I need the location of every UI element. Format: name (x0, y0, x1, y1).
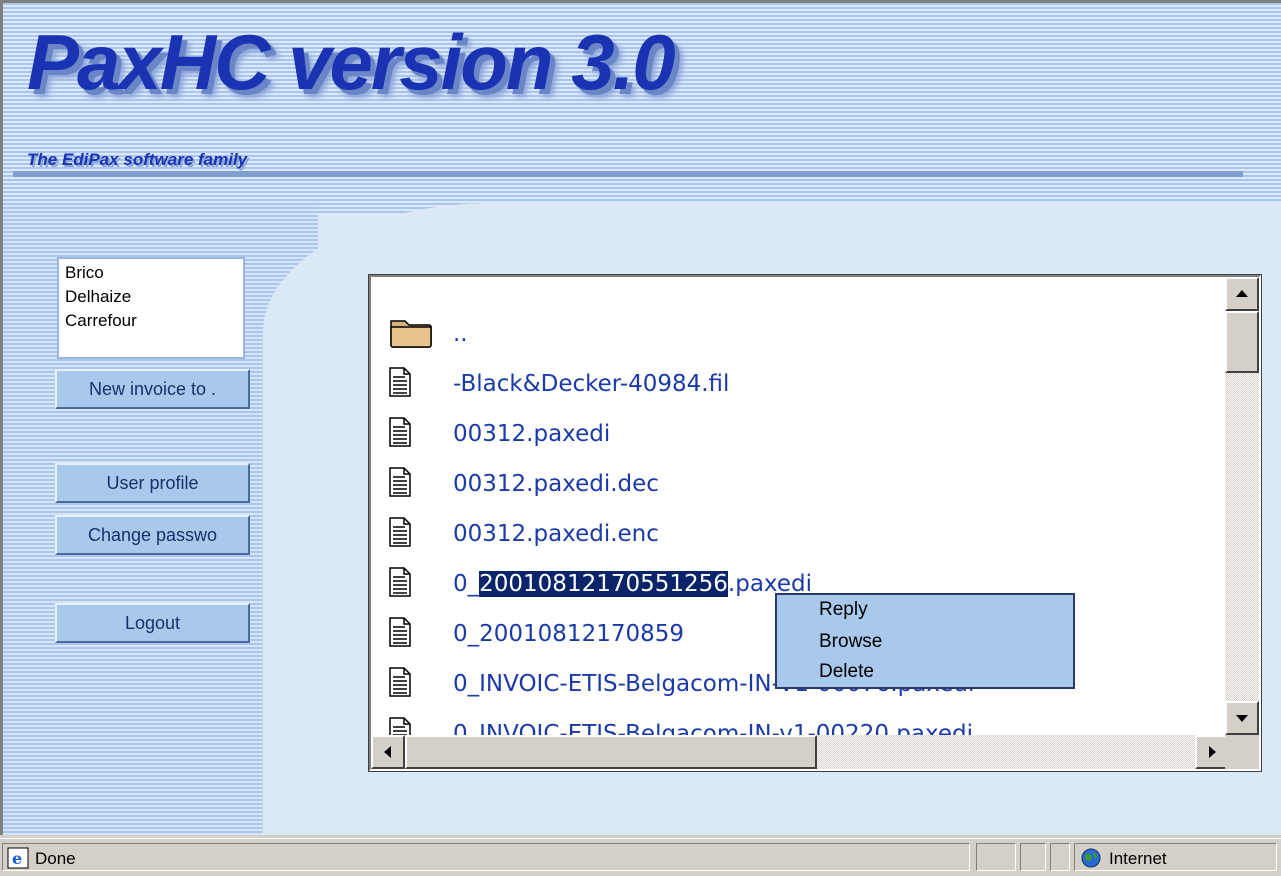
file-name-prefix: 0_ (453, 571, 480, 597)
logout-button[interactable]: Logout (55, 603, 250, 643)
file-icon (389, 567, 411, 597)
vertical-scroll-thumb[interactable] (1225, 311, 1259, 373)
change-password-button[interactable]: Change passwo (55, 515, 250, 555)
globe-icon (1081, 848, 1101, 868)
menu-item-delete[interactable]: Delete (819, 661, 874, 683)
zone-text: Internet (1109, 849, 1167, 868)
arrow-right-icon (1209, 746, 1216, 758)
status-cell-blank (976, 843, 1016, 871)
client-item[interactable]: Delhaize (65, 285, 237, 309)
ie-icon: e (7, 847, 29, 869)
arrow-up-icon (1236, 290, 1248, 297)
file-name[interactable]: 00312.paxedi (453, 421, 610, 447)
client-item[interactable]: Brico (65, 261, 237, 285)
horizontal-scrollbar[interactable] (371, 735, 1229, 769)
context-menu: Reply Browse Delete (775, 593, 1075, 689)
status-text-cell: e Done (2, 843, 970, 871)
browser-page: PaxHC version 3.0 The EdiPax software fa… (0, 0, 1281, 835)
svg-text:e: e (12, 849, 22, 868)
scroll-down-button[interactable] (1225, 701, 1259, 735)
client-item[interactable]: Carrefour (65, 309, 237, 333)
status-cell-blank (1050, 843, 1070, 871)
status-bar: e Done Internet (0, 838, 1281, 876)
file-name[interactable]: 0_20010812170859 (453, 621, 684, 647)
file-icon (389, 617, 411, 647)
file-name[interactable]: .. (453, 321, 468, 347)
status-cell-blank (1020, 843, 1046, 871)
security-zone-cell[interactable]: Internet (1074, 843, 1277, 871)
scroll-left-button[interactable] (371, 735, 405, 769)
menu-item-reply[interactable]: Reply (819, 599, 868, 621)
file-name-selected[interactable]: 0_20010812170551256.paxedi (453, 571, 812, 597)
arrow-left-icon (384, 746, 391, 758)
app-title: PaxHC version 3.0 (27, 18, 676, 106)
file-icon (389, 717, 411, 735)
status-text: Done (35, 849, 76, 868)
file-icon (389, 667, 411, 697)
scrollbar-corner (1225, 735, 1259, 769)
client-listbox[interactable]: Brico Delhaize Carrefour (57, 257, 245, 359)
new-invoice-button[interactable]: New invoice to . (55, 369, 250, 409)
user-profile-button[interactable]: User profile (55, 463, 250, 503)
file-browser-frame: .. -Black&Decker-40984.fil 00312.paxedi (368, 274, 1262, 772)
file-name[interactable]: 00312.paxedi.dec (453, 471, 659, 497)
menu-item-browse[interactable]: Browse (819, 631, 882, 653)
header-rule (13, 171, 1243, 177)
arrow-down-icon (1236, 715, 1248, 722)
app-subtitle: The EdiPax software family (27, 150, 248, 169)
file-name-highlight: 20010812170551256 (479, 571, 728, 597)
scroll-up-button[interactable] (1225, 277, 1259, 311)
horizontal-scroll-thumb[interactable] (405, 735, 817, 769)
file-icon (389, 417, 411, 447)
folder-icon (390, 320, 432, 348)
file-icon (389, 367, 411, 397)
file-name[interactable]: -Black&Decker-40984.fil (453, 371, 729, 397)
file-name[interactable]: 00312.paxedi.enc (453, 521, 659, 547)
vertical-scrollbar[interactable] (1225, 277, 1259, 735)
file-icon (389, 517, 411, 547)
file-icon (389, 467, 411, 497)
file-name[interactable]: 0_INVOIC-ETIS-Belgacom-IN-v1-00220.paxed… (453, 721, 973, 735)
scroll-right-button[interactable] (1195, 735, 1229, 769)
